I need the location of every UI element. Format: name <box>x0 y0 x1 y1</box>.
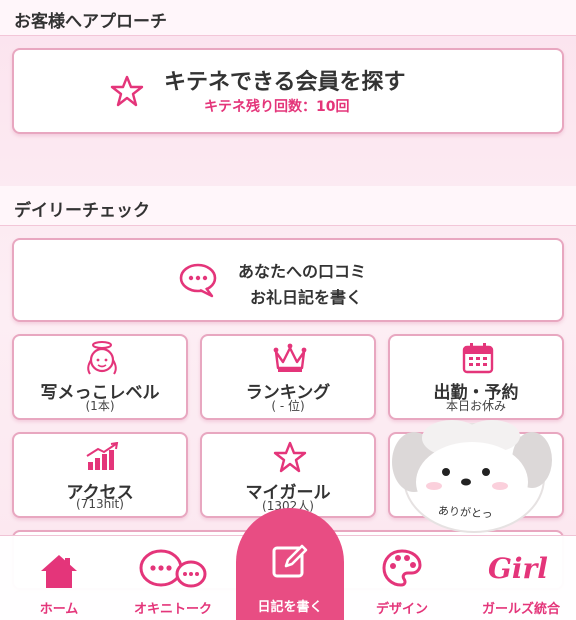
ranking-position: ( - 位) <box>271 399 305 413</box>
crown-icon <box>273 343 307 372</box>
search-members-button[interactable]: キテネできる会員を探す キテネ残り回数：10回 <box>12 48 564 134</box>
access-hits: (713hit) <box>76 497 124 511</box>
tab-write-diary[interactable]: 日記を書く <box>236 508 344 620</box>
puppy-mascot[interactable]: ありがとっ <box>392 410 552 535</box>
review-thanks-diary-button[interactable]: あなたへの口コミ お礼日記を書く <box>12 238 564 322</box>
approach-heading: お客様へアプローチ <box>14 12 167 32</box>
review-line1: あなたへの口コミ <box>238 262 367 281</box>
daily-heading: デイリーチェック <box>14 201 150 221</box>
palette-icon <box>382 549 422 587</box>
my-girl-tile[interactable]: マイガール (1302人) <box>200 432 376 518</box>
tab-design-label: デザイン <box>375 602 428 617</box>
star-icon <box>110 75 144 107</box>
girls-logo-icon: Girl <box>488 552 548 585</box>
tab-okini-talk[interactable]: オキニトーク <box>118 536 228 620</box>
approach-section-header: お客様へアプローチ <box>0 0 576 36</box>
tab-write-diary-label: 日記を書く <box>257 600 323 615</box>
tab-home-label: ホーム <box>39 602 79 617</box>
search-members-title: キテネできる会員を探す <box>164 70 406 95</box>
tab-girls-integration[interactable]: Girl ガールズ統合 <box>466 536 576 620</box>
tab-home[interactable]: ホーム <box>14 536 104 620</box>
photo-level-count: (1本) <box>85 399 115 413</box>
speech-bubble-icon <box>179 263 217 298</box>
pencil-edit-icon <box>272 544 308 578</box>
access-tile[interactable]: アクセス (713hit) <box>12 432 188 518</box>
calendar-icon <box>462 343 494 374</box>
daily-section-header: デイリーチェック <box>0 186 576 226</box>
tab-design[interactable]: デザイン <box>356 536 448 620</box>
tab-girls-label: ガールズ統合 <box>481 602 560 617</box>
tab-okini-talk-label: オキニトーク <box>133 602 212 617</box>
schedule-reservation-tile[interactable]: 出勤・予約 本日お休み <box>388 334 564 420</box>
star-icon <box>273 441 307 473</box>
review-line2: お礼日記を書く <box>250 288 363 307</box>
chart-up-icon <box>86 442 119 470</box>
ranking-tile[interactable]: ランキング ( - 位) <box>200 334 376 420</box>
kitene-remaining-count: キテネ残り回数：10回 <box>204 99 350 115</box>
chat-bubbles-icon <box>139 549 207 588</box>
photo-level-tile[interactable]: 写メっこレベル (1本) <box>12 334 188 420</box>
home-icon <box>41 555 77 588</box>
angel-icon <box>87 341 117 375</box>
